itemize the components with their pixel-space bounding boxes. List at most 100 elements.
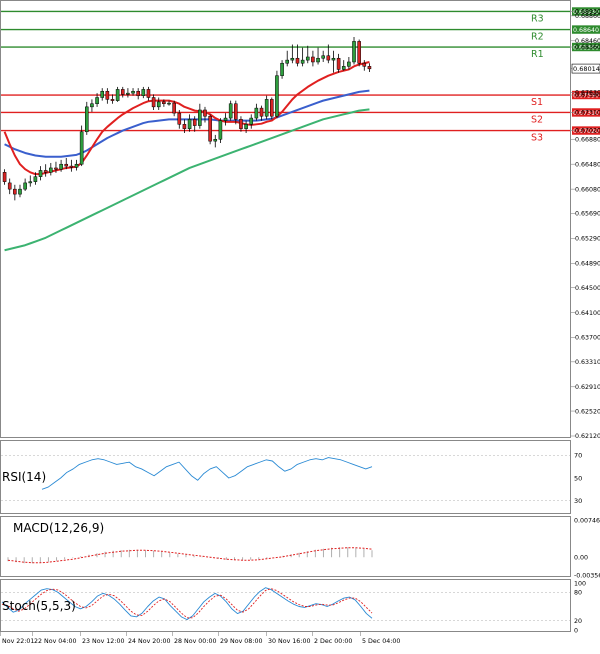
candle-body — [228, 103, 233, 119]
macd-title: MACD(12,26,9) — [13, 521, 104, 535]
stoch-tick-label: 20 — [574, 618, 582, 625]
candle-body — [7, 182, 12, 190]
time-tick-label: 29 Nov 08:00 — [220, 638, 262, 645]
price-tick-label: 0.65290 — [575, 236, 600, 243]
price-tick-label: 0.67310 — [575, 110, 600, 117]
candle-body — [18, 188, 22, 195]
candle-body — [13, 188, 17, 195]
candle-body — [100, 91, 104, 98]
candle-body — [305, 56, 310, 61]
time-tick-label: 24 Nov 20:00 — [128, 638, 170, 645]
candle-body — [254, 107, 259, 119]
candle-body — [33, 176, 38, 182]
stoch-title: Stoch(5,5,3) — [2, 599, 76, 613]
price-tick-label: 0.67590 — [575, 92, 600, 99]
price-tick-label: 0.62520 — [575, 408, 600, 415]
price-tick-label: 0.63700 — [575, 335, 600, 342]
stoch-tick-label: 0 — [574, 627, 578, 634]
macd-tick-label: -0.00356 — [574, 572, 600, 579]
candle-body — [162, 101, 166, 104]
price-tick-label: 0.65690 — [575, 211, 600, 218]
candle-body — [110, 99, 115, 101]
candle-body — [295, 57, 300, 64]
candle-body — [316, 57, 320, 63]
candle-body — [74, 163, 79, 168]
candle-body — [172, 102, 176, 114]
candle-body — [85, 106, 89, 133]
candle-body — [95, 97, 99, 104]
candle-body — [331, 57, 336, 61]
candle-body — [259, 107, 264, 117]
candle-body — [249, 117, 254, 125]
candle-body — [120, 89, 125, 95]
candle-body — [326, 55, 331, 61]
candle-body — [321, 55, 325, 59]
price-tick-label: 0.66080 — [575, 186, 600, 193]
candle-body — [167, 102, 171, 105]
candle-body — [367, 66, 372, 70]
candle-body — [218, 120, 223, 140]
candle-body — [275, 75, 279, 117]
candle-body — [182, 124, 187, 129]
price-tick-label: 0.64100 — [575, 310, 600, 317]
candle-body — [23, 182, 27, 190]
candle-body — [79, 131, 84, 165]
candle-body — [192, 119, 197, 126]
candle-body — [64, 163, 69, 167]
level-label-s2: S2 — [531, 114, 543, 125]
candle-body — [244, 124, 248, 129]
level-label-s1: S1 — [531, 97, 543, 108]
candle-body — [352, 41, 356, 63]
time-tick-label: 28 Nov 00:00 — [174, 638, 216, 645]
candle-body — [131, 91, 135, 94]
candle-body — [300, 59, 305, 64]
candle-body — [49, 167, 53, 173]
candle-body — [213, 139, 218, 142]
rsi-tick-label: 50 — [574, 474, 582, 482]
level-label-r3: R3 — [531, 13, 544, 24]
candle-body — [336, 57, 341, 70]
time-tick-label: 22 Nov 04:00 — [34, 638, 76, 645]
candle-body — [311, 56, 315, 63]
candle-body — [357, 41, 361, 64]
candle-body — [270, 99, 274, 117]
candle-body — [285, 59, 289, 64]
candle-body — [146, 89, 151, 98]
time-tick-label: Nov 22:01 — [2, 638, 34, 645]
candle-body — [126, 92, 130, 95]
price-tick-label: 0.66880 — [575, 136, 600, 143]
rsi-tick-label: 30 — [574, 497, 582, 505]
candle-body — [203, 109, 207, 117]
candle-body — [38, 170, 43, 177]
current-price-marker: 0.68014 — [571, 63, 600, 74]
price-tick-label: 0.63310 — [575, 359, 600, 366]
level-label-r2: R2 — [531, 32, 544, 43]
candle-body — [223, 117, 228, 121]
stoch-tick-label: 80 — [574, 590, 582, 597]
candle-body — [141, 89, 146, 96]
candle-body — [151, 97, 156, 108]
level-label-r1: R1 — [531, 49, 544, 60]
price-tick-label: 0.64890 — [575, 261, 600, 268]
candle-body — [187, 119, 192, 129]
candle-body — [59, 163, 63, 170]
candle-body — [54, 167, 58, 170]
price-tick-label: 0.62120 — [575, 433, 600, 440]
price-tick-label: 0.68860 — [575, 13, 600, 20]
candle-body — [115, 89, 120, 101]
time-tick-label: 23 Nov 12:00 — [82, 638, 124, 645]
price-tick-label: 0.62910 — [575, 384, 600, 391]
time-tick-label: 30 Nov 16:00 — [268, 638, 310, 645]
price-tick-label: 0.66480 — [575, 161, 600, 168]
level-label-s3: S3 — [531, 133, 543, 144]
candle-body — [69, 165, 74, 168]
candle-body — [234, 103, 238, 120]
current-price-label: 0.68014 — [573, 65, 600, 73]
price-tick-label: 0.68360 — [575, 44, 600, 51]
candle-body — [43, 170, 48, 173]
candle-body — [362, 62, 367, 67]
candle-body — [208, 115, 212, 142]
price-tick-label: 0.64500 — [575, 285, 600, 292]
trading-chart: R3 0.68930 R2 0.68640 R1 0.68360 S1 0.67590 S2 0.… — [0, 0, 600, 650]
candle-body — [264, 99, 269, 117]
